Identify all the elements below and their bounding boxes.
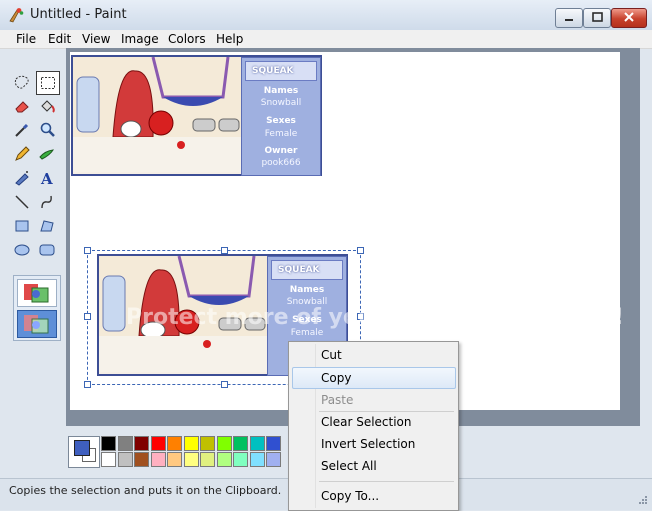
svg-text:A: A <box>40 170 53 187</box>
menu-item-select-all[interactable]: Select All <box>321 459 377 473</box>
color-swatch[interactable] <box>167 436 182 451</box>
free-select-icon[interactable] <box>11 71 33 93</box>
opaque-selection-option[interactable] <box>17 279 57 307</box>
color-swatch[interactable] <box>150 452 166 467</box>
menu-item-clear-selection[interactable]: Clear Selection <box>321 415 412 429</box>
transparent-selection-option[interactable] <box>17 310 57 338</box>
menu-file[interactable]: File <box>16 32 36 46</box>
color-swatch[interactable] <box>249 452 265 467</box>
context-menu: Cut Copy Paste Clear Selection Invert Se… <box>288 341 459 511</box>
rect-select-icon[interactable] <box>36 71 60 95</box>
color-swatch[interactable] <box>134 452 149 467</box>
color-swatch[interactable] <box>266 436 281 451</box>
color-swatch[interactable] <box>183 452 199 467</box>
rectangle-icon[interactable] <box>11 215 33 237</box>
color-swatch[interactable] <box>117 436 133 451</box>
menu-image[interactable]: Image <box>121 32 159 46</box>
owner-label: Owner <box>264 146 298 156</box>
context-menu-highlight <box>292 367 456 389</box>
curve-icon[interactable] <box>36 191 58 213</box>
pasted-image-top[interactable]: SQUEAK Names Snowball Sexes Female Owner… <box>71 55 322 176</box>
selection-handle[interactable] <box>84 313 91 320</box>
polygon-icon[interactable] <box>36 215 58 237</box>
selection-handle[interactable] <box>221 381 228 388</box>
menu-bar: File Edit View Image Colors Help <box>0 30 652 49</box>
minimize-icon <box>565 19 573 21</box>
menu-separator <box>319 481 454 482</box>
menu-item-paste[interactable]: Paste <box>321 393 353 407</box>
selection-handle[interactable] <box>84 247 91 254</box>
color-swatch[interactable] <box>167 452 182 467</box>
color-swatch[interactable] <box>200 452 215 467</box>
opaque-selection-icon <box>24 284 49 303</box>
menu-item-copy-to[interactable]: Copy To... <box>321 489 379 503</box>
color-swatch[interactable] <box>249 436 265 451</box>
menu-edit[interactable]: Edit <box>48 32 71 46</box>
sex-label: Sexes <box>266 116 296 126</box>
window-title: Untitled - Paint <box>30 7 127 22</box>
color-swatch[interactable] <box>233 436 248 451</box>
maximize-button[interactable] <box>583 8 611 28</box>
selection-handle[interactable] <box>357 247 364 254</box>
resize-grip-icon[interactable] <box>636 493 648 505</box>
pencil-icon[interactable] <box>11 143 33 165</box>
paint-app-icon <box>9 8 24 23</box>
pet-info-panel-top: SQUEAK Names Snowball Sexes Female Owner… <box>241 57 321 176</box>
color-swatch[interactable] <box>200 436 215 451</box>
color-swatch[interactable] <box>117 452 133 467</box>
color-swatch[interactable] <box>183 436 199 451</box>
color-swatch[interactable] <box>233 452 248 467</box>
menu-view[interactable]: View <box>82 32 110 46</box>
menu-item-invert-selection[interactable]: Invert Selection <box>321 437 415 451</box>
color-swatch[interactable] <box>101 436 116 451</box>
menu-help[interactable]: Help <box>216 32 243 46</box>
maximize-icon <box>592 12 603 22</box>
menu-item-cut[interactable]: Cut <box>321 348 342 362</box>
color-swatch[interactable] <box>134 436 149 451</box>
line-icon[interactable] <box>11 191 33 213</box>
owner-value: pook666 <box>261 158 301 168</box>
hamster-scene-image <box>73 57 241 172</box>
color-swatch[interactable] <box>216 452 232 467</box>
color-swatch[interactable] <box>266 452 281 467</box>
transparent-selection-icon <box>24 315 49 334</box>
color-picker-icon[interactable] <box>11 119 33 141</box>
close-icon <box>624 12 634 22</box>
color-swatch[interactable] <box>101 452 116 467</box>
text-icon[interactable]: A <box>36 167 58 189</box>
selection-options-panel <box>13 275 61 341</box>
selection-handle[interactable] <box>221 247 228 254</box>
color-swatch[interactable] <box>150 436 166 451</box>
rounded-rect-icon[interactable] <box>36 239 58 261</box>
menu-separator <box>319 411 454 412</box>
menu-colors[interactable]: Colors <box>168 32 206 46</box>
watermark-top: photobucket <box>244 180 539 226</box>
ellipse-icon[interactable] <box>11 239 33 261</box>
watermark-bottom: Protect more of your memories for less! <box>126 305 625 330</box>
brush-icon[interactable] <box>36 143 58 165</box>
color-swatch[interactable] <box>216 436 232 451</box>
foreground-color[interactable] <box>74 440 90 456</box>
airbrush-icon[interactable] <box>11 167 33 189</box>
name-value: Snowball <box>260 98 302 108</box>
magnifier-icon[interactable] <box>36 119 58 141</box>
minimize-button[interactable] <box>555 8 583 28</box>
selection-handle[interactable] <box>84 381 91 388</box>
sex-value: Female <box>264 129 298 139</box>
squeak-logo-text: SQUEAK <box>252 66 294 76</box>
eraser-icon[interactable] <box>11 95 33 117</box>
name-label: Names <box>263 86 299 96</box>
fill-bucket-icon[interactable] <box>36 95 58 117</box>
close-button[interactable] <box>611 8 647 28</box>
status-text: Copies the selection and puts it on the … <box>9 484 282 497</box>
menu-item-copy[interactable]: Copy <box>321 371 351 385</box>
